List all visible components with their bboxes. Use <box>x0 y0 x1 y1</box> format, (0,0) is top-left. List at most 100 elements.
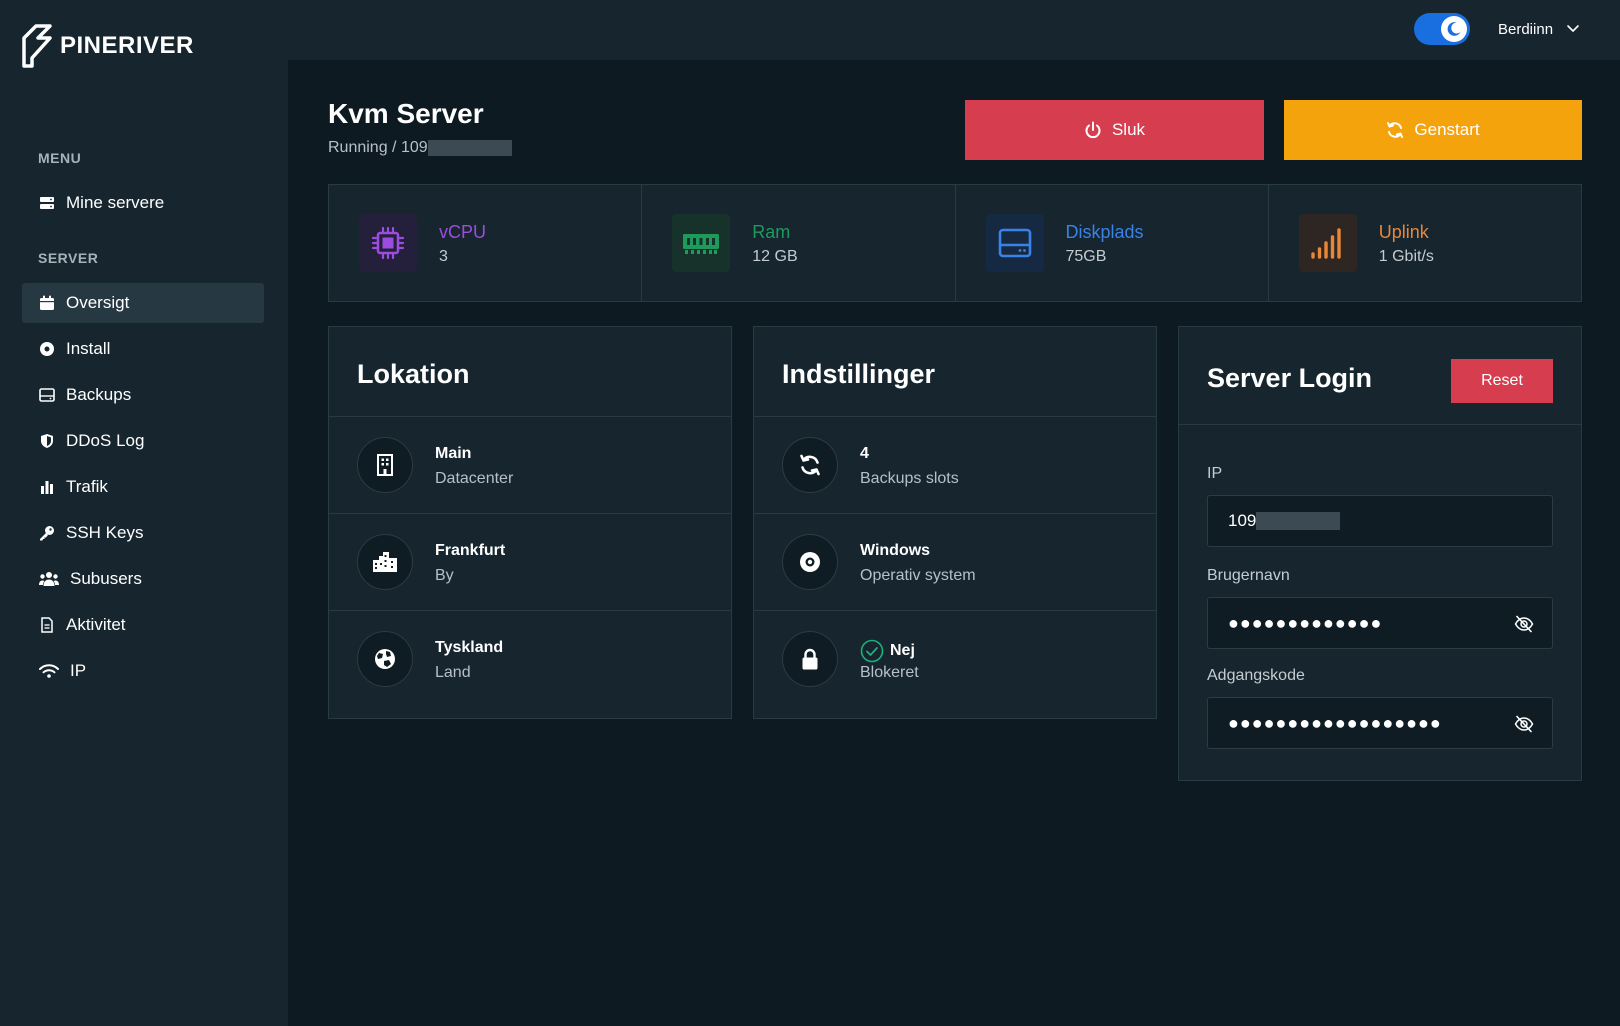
chevron-down-icon[interactable] <box>1565 20 1581 36</box>
sidebar-item-subusers[interactable]: Subusers <box>22 559 264 599</box>
pineriver-logo-icon <box>22 24 52 68</box>
signal-icon <box>1298 214 1357 272</box>
eye-off-icon[interactable] <box>1514 614 1534 634</box>
sidebar-item-backups[interactable]: Backups <box>22 375 264 415</box>
card-title: Server Login <box>1207 363 1373 393</box>
stat-ram: Ram 12 GB <box>642 185 956 301</box>
ip-label: IP <box>1207 465 1223 482</box>
sidebar-item-aktivitet[interactable]: Aktivitet <box>22 605 264 645</box>
reset-button[interactable]: Reset <box>1451 359 1553 403</box>
row-sub: Datacenter <box>435 470 514 487</box>
sidebar-item-ssh-keys[interactable]: SSH Keys <box>22 513 264 553</box>
server-status-text: Running / 109 <box>328 139 428 156</box>
city-icon <box>357 534 413 590</box>
sidebar-item-label: Install <box>66 339 111 358</box>
row-sub: Backups slots <box>860 470 959 487</box>
list-item: Tyskland Land <box>329 611 731 708</box>
username-value: ●●●●●●●●●●●●● <box>1228 612 1383 633</box>
server-status: Running / 109 <box>328 139 512 157</box>
row-sub: By <box>435 567 454 584</box>
stat-value: 75GB <box>1065 248 1107 265</box>
sidebar-item-label: DDoS Log <box>66 431 145 450</box>
disc-icon <box>782 534 838 590</box>
check-circle-icon <box>860 639 884 663</box>
restart-label: Genstart <box>1414 120 1480 139</box>
shield-icon <box>38 432 56 450</box>
password-field[interactable]: ●●●●●●●●●●●●●●●●●● <box>1207 697 1553 749</box>
sidebar-item-ip[interactable]: IP <box>22 651 264 691</box>
key-icon <box>38 524 56 542</box>
card-header: Indstillinger <box>754 327 1156 417</box>
stat-label: Diskplads <box>1065 222 1144 242</box>
list-item: Main Datacenter <box>329 417 731 514</box>
sidebar-item-ddos-log[interactable]: DDoS Log <box>22 421 264 461</box>
logo[interactable]: PINERIVER <box>22 24 194 68</box>
row-main: Frankfurt <box>435 542 506 559</box>
card-header: Server Login Reset <box>1179 327 1581 425</box>
document-icon <box>38 616 56 634</box>
ip-field[interactable]: 109 <box>1207 495 1553 547</box>
theme-toggle[interactable] <box>1414 13 1470 45</box>
bar-chart-icon <box>38 478 56 496</box>
restart-button[interactable]: Genstart <box>1284 100 1582 160</box>
stat-value: 12 GB <box>752 248 798 265</box>
power-off-label: Sluk <box>1111 120 1146 139</box>
row-main: 4 <box>860 445 869 462</box>
resource-stats: vCPU 3 Ram 12 GB Diskplads 75GB Uplink 1… <box>328 184 1582 302</box>
card-title: Indstillinger <box>782 359 936 389</box>
sidebar-item-install[interactable]: Install <box>22 329 264 369</box>
globe-icon <box>357 631 413 687</box>
eye-off-icon[interactable] <box>1514 714 1534 734</box>
ip-value: 109 <box>1228 511 1257 530</box>
password-value: ●●●●●●●●●●●●●●●●●● <box>1228 712 1442 733</box>
redacted-ip <box>1256 512 1341 530</box>
stat-label: vCPU <box>439 222 487 242</box>
stat-value: 3 <box>439 248 448 265</box>
sidebar-item-mine-servere[interactable]: Mine servere <box>22 183 264 223</box>
server-section-label: SERVER <box>38 250 99 266</box>
card-header: Lokation <box>329 327 731 417</box>
server-icon <box>38 194 56 212</box>
stat-value: 1 Gbit/s <box>1378 248 1434 265</box>
sidebar-item-label: Subusers <box>70 569 142 588</box>
brand-name: PINERIVER <box>60 32 194 59</box>
server-login-card: Server Login Reset IP 109 Brugernavn ●●●… <box>1178 326 1582 781</box>
row-sub: Blokeret <box>860 664 919 681</box>
list-item: Nej Blokeret <box>754 611 1156 708</box>
hdd-icon <box>985 214 1044 272</box>
stat-label: Ram <box>752 222 791 242</box>
sidebar-item-oversigt[interactable]: Oversigt <box>22 283 264 323</box>
lock-icon <box>782 631 838 687</box>
stat-vcpu: vCPU 3 <box>329 185 643 301</box>
wifi-icon <box>38 662 60 680</box>
cpu-icon <box>359 214 417 272</box>
hdd-icon <box>38 386 56 404</box>
sidebar-item-trafik[interactable]: Trafik <box>22 467 264 507</box>
user-menu-name[interactable]: Berdiinn <box>1498 21 1553 38</box>
sidebar-item-label: IP <box>70 661 87 680</box>
sidebar-item-label: Mine servere <box>66 193 165 212</box>
settings-card: Indstillinger 4 Backups slots Windows Op… <box>753 326 1157 719</box>
building-icon <box>357 437 413 493</box>
list-item: Frankfurt By <box>329 514 731 611</box>
power-off-button[interactable]: Sluk <box>965 100 1264 160</box>
redacted-ip <box>427 140 512 156</box>
menu-section-label: MENU <box>38 150 82 166</box>
disc-icon <box>38 340 56 358</box>
sidebar-item-label: Trafik <box>66 477 108 496</box>
row-sub: Operativ system <box>860 567 976 584</box>
password-label: Adgangskode <box>1207 667 1305 684</box>
list-item: Windows Operativ system <box>754 514 1156 611</box>
sidebar-item-label: SSH Keys <box>66 523 144 542</box>
row-main: Windows <box>860 542 931 559</box>
username-field[interactable]: ●●●●●●●●●●●●● <box>1207 597 1553 649</box>
sidebar-item-label: Aktivitet <box>66 615 126 634</box>
row-main: Main <box>435 445 472 462</box>
refresh-icon <box>1387 122 1404 138</box>
page-title: Kvm Server <box>328 98 484 129</box>
sidebar-item-label: Oversigt <box>66 293 130 312</box>
refresh-icon <box>782 437 838 493</box>
power-icon <box>1085 121 1101 139</box>
memory-icon <box>672 214 731 272</box>
users-icon <box>38 570 60 588</box>
